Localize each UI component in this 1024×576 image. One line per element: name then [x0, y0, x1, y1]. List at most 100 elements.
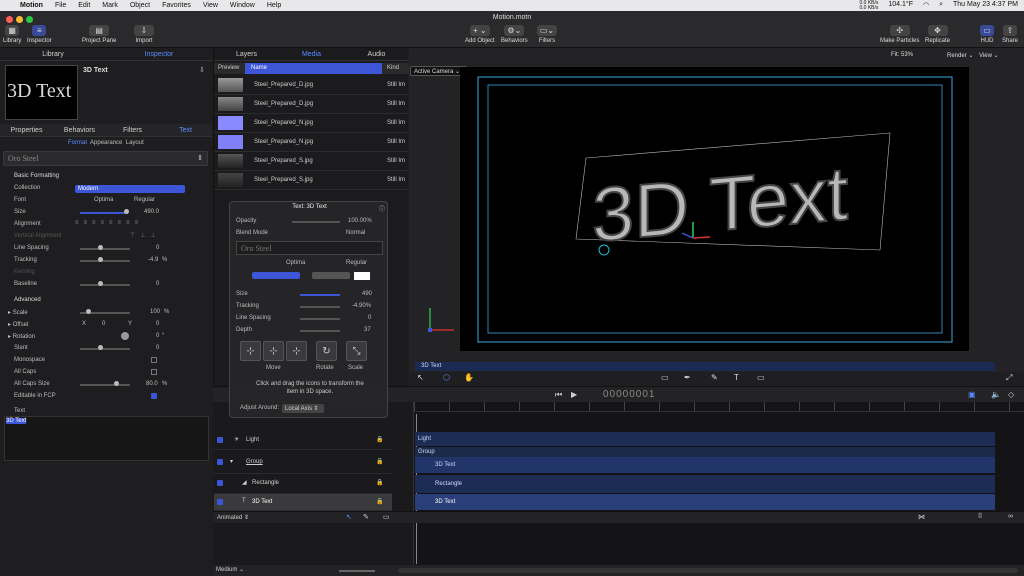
audio-icon[interactable]: 🔈 [991, 390, 1001, 399]
line-spacing-knob[interactable] [98, 245, 103, 250]
hud-line-spacing-value[interactable]: 0 [368, 315, 371, 321]
preset-selector[interactable]: Oro Steel ⇕ [3, 151, 208, 166]
hud-style[interactable]: Regular [346, 260, 367, 266]
move-xz-button[interactable]: ⊹ [263, 341, 284, 361]
marker-icon[interactable]: ▭ [383, 513, 390, 521]
scale-label[interactable]: ▸ Scale [8, 309, 28, 316]
text-input[interactable]: 3D Text [4, 416, 209, 461]
layer-enable-checkbox[interactable] [217, 480, 223, 486]
tab-layers[interactable]: Layers [214, 48, 279, 60]
search-icon[interactable]: ⌕ [939, 1, 943, 11]
hud-line-spacing-slider[interactable] [300, 318, 340, 320]
timeline-bar[interactable]: Rectangle [415, 475, 995, 493]
lock-icon[interactable]: 🔒 [376, 436, 383, 443]
tracking-value[interactable]: -4.9 [148, 257, 158, 263]
x-axis-handle[interactable] [692, 236, 711, 239]
baseline-knob[interactable] [98, 281, 103, 286]
disclosure-icon[interactable]: ▾ [230, 458, 233, 465]
layer-enable-checkbox[interactable] [217, 459, 223, 465]
move-xy-button[interactable]: ⊹ [240, 341, 261, 361]
media-row[interactable]: Steel_Prepared_S.jpg Still Im [214, 171, 408, 190]
scale-knob[interactable] [86, 309, 91, 314]
paint-tool-icon[interactable]: ✎ [711, 373, 718, 382]
baseline-slider[interactable] [80, 284, 130, 286]
download-icon[interactable]: ⇩ [199, 66, 205, 74]
slant-knob[interactable] [98, 345, 103, 350]
timecode[interactable]: 00000001 [603, 389, 656, 400]
mask-tool-icon[interactable]: ▭ [757, 373, 765, 382]
media-row[interactable]: Steel_Prepared_S.jpg Still Im [214, 152, 408, 171]
library-button[interactable]: ▦ Library [3, 25, 21, 44]
pen-tool-icon[interactable]: ✒ [684, 373, 691, 382]
filters-button[interactable]: ▭⌄ Filters [537, 25, 557, 44]
menu-favorites[interactable]: Favorites [162, 2, 191, 9]
zoom-level-select[interactable]: Medium ⌄ [216, 566, 244, 573]
behaviors-button[interactable]: ⚙⌄ Behaviors [501, 25, 528, 44]
active-camera-select[interactable]: Active Camera ⌄ [410, 66, 467, 76]
link-icon[interactable]: ∞ [1008, 513, 1013, 520]
canvas[interactable]: 3D Text [431, 67, 969, 351]
baseline-value[interactable]: 0 [156, 281, 159, 287]
hud-alignment-buttons[interactable] [252, 272, 300, 279]
layer-enable-checkbox[interactable] [217, 499, 223, 505]
replicate-button[interactable]: ✥ Replicate [925, 25, 950, 44]
timeline-bar[interactable]: Light [415, 432, 995, 446]
keyframe-tool-icon[interactable]: ↖ [346, 513, 352, 521]
alignment-buttons[interactable]: ≡≡≡≡≡≡≡≡ [75, 220, 143, 226]
expand-icon[interactable]: ⤢ [1006, 373, 1012, 383]
font-select[interactable]: Optima [94, 197, 113, 203]
hud-panel[interactable]: Text: 3D Text ⓘ Opacity 100.00% Blend Mo… [229, 201, 388, 418]
slant-value[interactable]: 0 [156, 345, 159, 351]
rotate-button[interactable]: ↻ [316, 341, 337, 361]
datetime[interactable]: Thu May 23 4:37 PM [953, 1, 1018, 11]
size-value[interactable]: 490.0 [144, 209, 159, 215]
move-z-button[interactable]: ⊹ [286, 341, 307, 361]
size-slider-knob[interactable] [124, 209, 129, 214]
pan-tool-icon[interactable]: ✋ [464, 373, 474, 382]
3d-transform-tool-icon[interactable]: ⬡ [443, 373, 450, 382]
all-caps-size-slider[interactable] [80, 384, 130, 386]
timeline-bar[interactable]: 3D Text [415, 457, 995, 473]
menu-object[interactable]: Object [130, 2, 150, 9]
play-icon[interactable]: ▶ [571, 390, 577, 399]
offset-label[interactable]: ▸ Offset [8, 321, 29, 328]
mini-timeline-bar[interactable]: 3D Text [415, 362, 995, 371]
menu-view[interactable]: View [203, 2, 218, 9]
layer-row[interactable]: T 3D Text 🔒 [214, 494, 392, 511]
keyframe-icon[interactable]: ◇ [1008, 390, 1014, 399]
col-kind[interactable]: Kind [387, 65, 399, 71]
snapping-icon[interactable]: ⋈ [918, 513, 925, 521]
import-button[interactable]: ⇩ Import [134, 25, 154, 44]
lock-icon[interactable]: 🔒 [376, 498, 383, 505]
text-tool-icon[interactable]: T [734, 373, 739, 382]
line-spacing-slider[interactable] [80, 248, 130, 250]
shape-tool-icon[interactable]: ▭ [661, 373, 669, 382]
select-tool-icon[interactable]: ↖ [417, 373, 424, 382]
make-particles-button[interactable]: ✣ Make Particles [880, 25, 919, 44]
layer-row[interactable]: ☀ Light 🔒 [214, 432, 392, 450]
font-style-select[interactable]: Regular [134, 197, 155, 203]
scale-value[interactable]: 100 [150, 309, 160, 315]
size-slider[interactable] [80, 212, 128, 214]
tab-audio[interactable]: Audio [344, 48, 409, 60]
share-button[interactable]: ⇪ Share [1002, 25, 1018, 44]
project-pane-button[interactable]: ▤ Project Pane [82, 25, 116, 44]
monospace-checkbox[interactable] [151, 357, 157, 363]
go-to-start-icon[interactable]: ⏮ [555, 390, 562, 400]
layer-enable-checkbox[interactable] [217, 437, 223, 443]
hud-adjust-select[interactable]: Local Axis ⇕ [282, 404, 324, 413]
canvas-3d-text[interactable]: 3D Text [591, 150, 849, 259]
slant-slider[interactable] [80, 348, 130, 350]
layer-row[interactable]: ▾ Group 🔒 [214, 452, 392, 474]
menu-file[interactable]: File [55, 2, 66, 9]
menu-edit[interactable]: Edit [78, 2, 90, 9]
col-name[interactable]: Name [245, 63, 382, 74]
rotation-label[interactable]: ▸ Rotation [8, 333, 35, 340]
inspector-button[interactable]: ≡ Inspector [27, 25, 52, 44]
all-caps-checkbox[interactable] [151, 369, 157, 375]
hud-blend-value[interactable]: Normal [346, 230, 365, 236]
lock-icon[interactable]: 🔒 [376, 458, 383, 465]
tab-appearance[interactable]: Appearance [90, 140, 122, 146]
tab-text[interactable]: Text [159, 124, 212, 136]
media-row[interactable]: Steel_Prepared_D.jpg Still Im [214, 95, 408, 114]
